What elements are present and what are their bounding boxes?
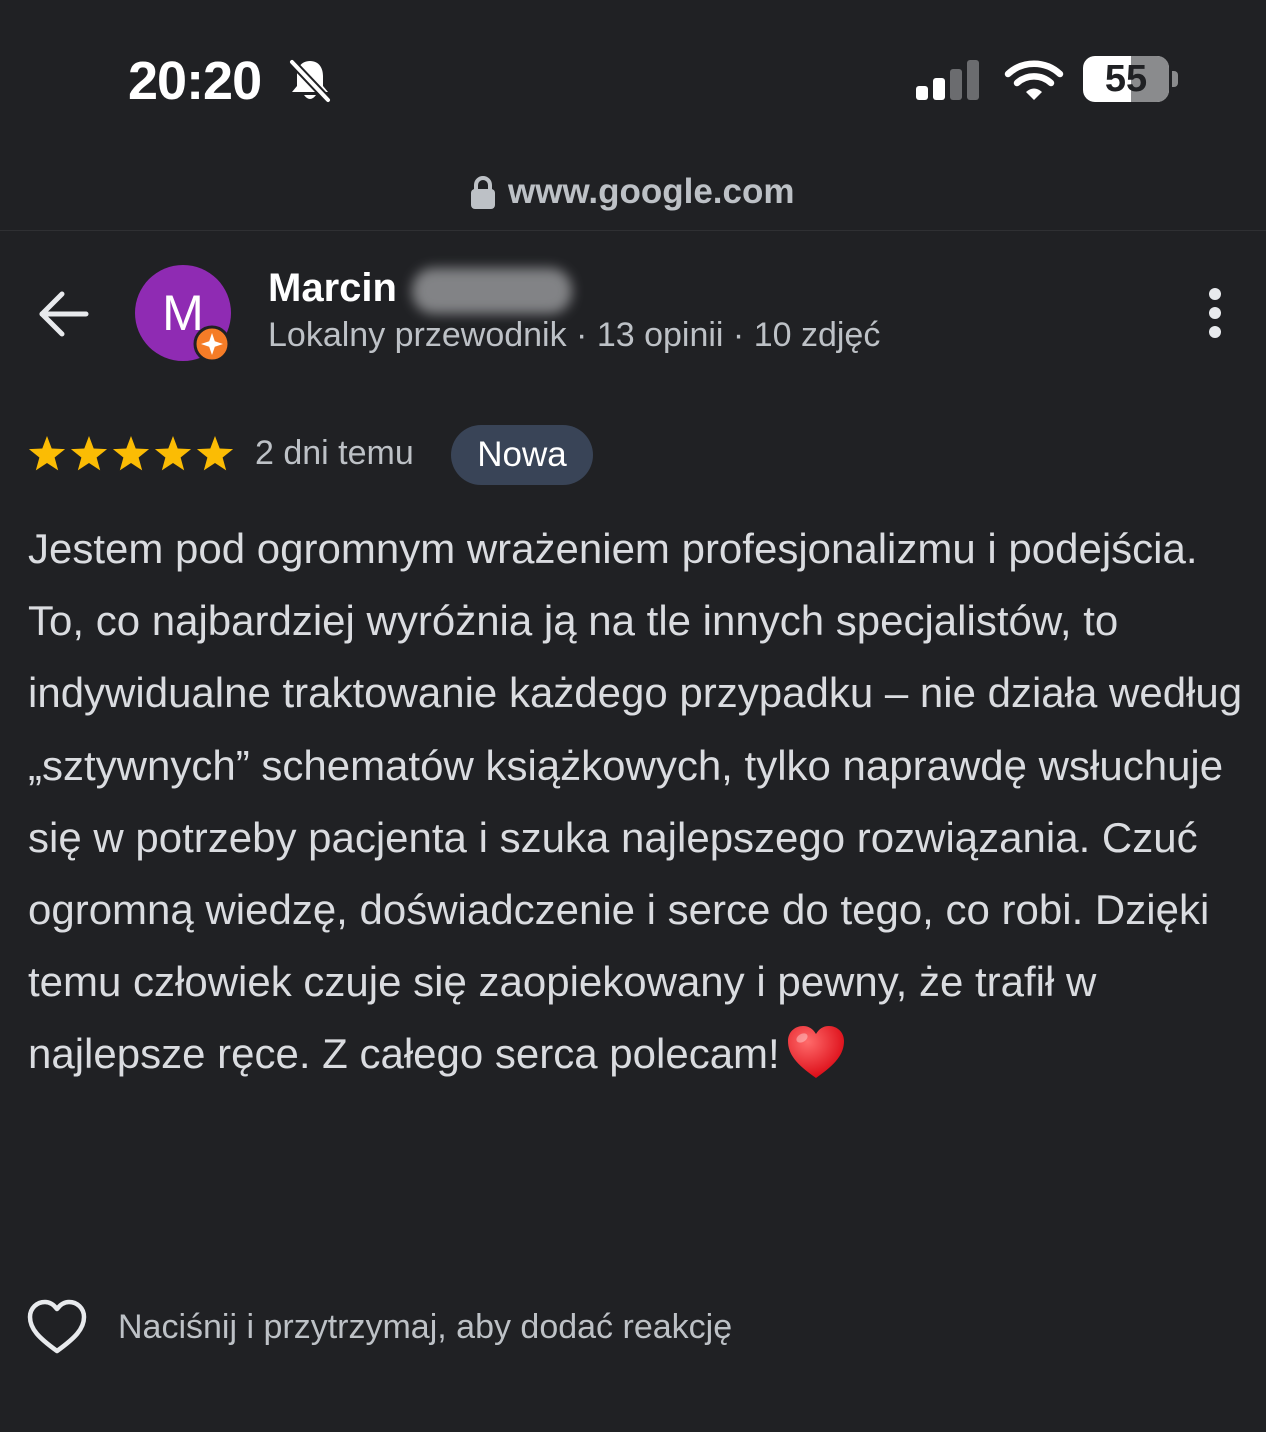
heart-outline-icon[interactable] [26,1298,88,1356]
status-time: 20:20 [128,51,262,111]
back-arrow-icon[interactable] [36,286,92,342]
star-icon [112,436,150,471]
reaction-hint[interactable]: Naciśnij i przytrzymaj, aby dodać reakcj… [118,1308,732,1347]
wifi-icon [1004,60,1064,100]
bell-slash-icon [288,58,332,104]
red-heart-emoji-icon [787,1026,844,1079]
more-vert-icon[interactable] [1198,284,1232,344]
review-body: Jestem pod ogromnym wrażeniem profesjona… [28,525,1243,1078]
review-date: 2 dni temu [255,434,414,472]
star-icon [28,436,66,471]
battery-level: 55 [1104,58,1148,100]
battery-body: 55 [1083,56,1169,102]
reviewer-name[interactable]: Marcin [268,266,397,311]
battery-icon: 55 [1083,56,1179,104]
signal-icon [916,60,979,100]
star-icon [70,436,108,471]
review-text: Jestem pod ogromnym wrażeniem profesjona… [28,513,1243,1091]
redacted-surname [412,268,572,314]
url-text[interactable]: www.google.com [508,172,795,212]
reviewer-meta: Lokalny przewodnik · 13 opinii · 10 zdję… [268,316,881,354]
star-icon [196,436,234,471]
status-bar: 20:20 55 [0,0,1266,150]
new-badge: Nowa [451,425,593,485]
local-guide-badge-icon [193,325,231,363]
battery-tip [1172,71,1178,87]
lock-icon [471,176,495,209]
star-icon [154,436,192,471]
star-rating [28,436,234,471]
